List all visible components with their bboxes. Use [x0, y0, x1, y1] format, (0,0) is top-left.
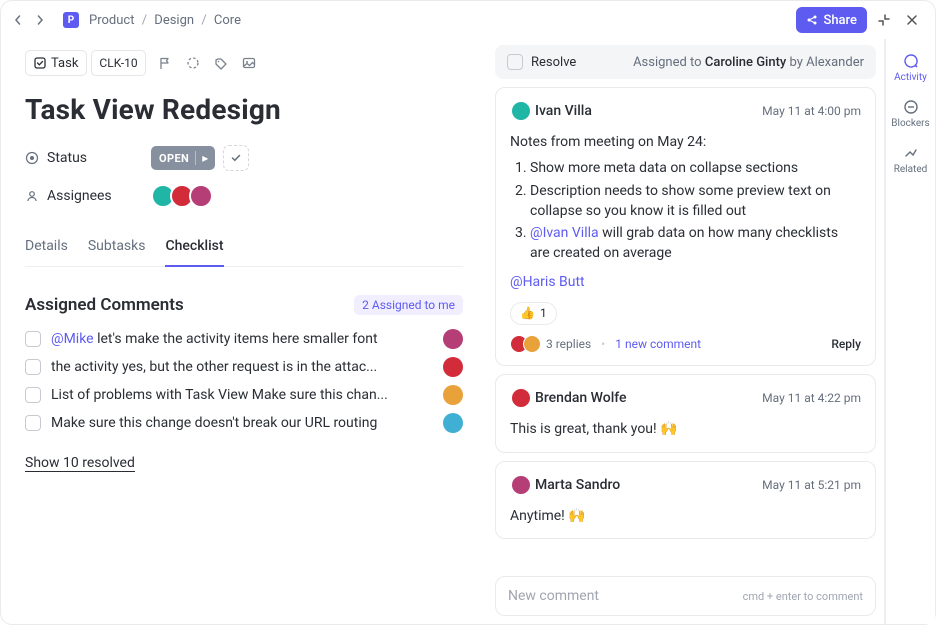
- reaction-emoji: 👍: [520, 305, 535, 322]
- comment-text: Make sure this change doesn't break our …: [51, 415, 433, 431]
- share-button[interactable]: Share: [796, 7, 867, 33]
- resolve-assigned-text: Assigned to Caroline Ginty by Alexander: [633, 55, 864, 70]
- breadcrumb[interactable]: Product / Design / Core: [89, 13, 241, 28]
- list-item: @Ivan Villa will grab data on how many c…: [530, 223, 861, 264]
- share-label: Share: [823, 13, 857, 28]
- comment-card: Marta Sandro May 11 at 5:21 pm Anytime! …: [495, 461, 876, 539]
- comment-time: May 11 at 4:22 pm: [762, 391, 861, 405]
- comment-author[interactable]: Marta Sandro: [535, 477, 620, 493]
- workspace-icon[interactable]: P: [63, 12, 79, 28]
- task-detail-panel: Task CLK-10 Task View Redesign: [1, 39, 487, 624]
- avatar[interactable]: [510, 474, 532, 496]
- task-title[interactable]: Task View Redesign: [25, 93, 463, 126]
- reaction-chip[interactable]: 👍 1: [510, 302, 557, 325]
- sprint-icon[interactable]: [186, 56, 204, 70]
- breadcrumb-product[interactable]: Product: [89, 13, 134, 28]
- resolve-checkbox[interactable]: [507, 54, 523, 70]
- mention-link[interactable]: @Haris Butt: [510, 272, 861, 292]
- task-tabs: Details Subtasks Checklist: [25, 230, 463, 267]
- comment-item[interactable]: Make sure this change doesn't break our …: [25, 409, 463, 437]
- task-type-chip[interactable]: Task: [25, 50, 87, 76]
- nav-forward-icon[interactable]: [35, 15, 51, 25]
- rail-blockers[interactable]: Blockers: [886, 91, 935, 137]
- comment-text: the activity yes, but the other request …: [51, 359, 433, 375]
- tab-subtasks[interactable]: Subtasks: [88, 230, 146, 266]
- comment-card: Ivan Villa May 11 at 4:00 pm Notes from …: [495, 87, 876, 366]
- comment-author[interactable]: Brendan Wolfe: [535, 390, 627, 406]
- avatar[interactable]: [443, 329, 463, 349]
- avatar[interactable]: [443, 385, 463, 405]
- breadcrumb-design[interactable]: Design: [154, 13, 194, 28]
- assigned-count-pill[interactable]: 2 Assigned to me: [354, 295, 463, 315]
- comment-time: May 11 at 5:21 pm: [762, 478, 861, 492]
- comment-author[interactable]: Ivan Villa: [535, 103, 592, 119]
- tag-icon[interactable]: [214, 56, 232, 70]
- comment-text: List of problems with Task View Make sur…: [51, 387, 433, 403]
- rail-activity[interactable]: Activity: [886, 45, 935, 91]
- show-resolved-link[interactable]: Show 10 resolved: [25, 455, 135, 472]
- task-type-label: Task: [51, 56, 78, 71]
- avatar[interactable]: [510, 387, 532, 409]
- comment-paragraph: Anytime! 🙌: [510, 506, 861, 526]
- image-icon[interactable]: [242, 56, 260, 70]
- comment-paragraph: Notes from meeting on May 24:: [510, 132, 861, 152]
- activity-panel: Resolve Assigned to Caroline Ginty by Al…: [487, 39, 885, 624]
- checkbox[interactable]: [25, 387, 41, 403]
- avatar[interactable]: [443, 357, 463, 377]
- rail-label: Activity: [894, 72, 927, 83]
- comment-paragraph: This is great, thank you! 🙌: [510, 419, 861, 439]
- comment-card: Brendan Wolfe May 11 at 4:22 pm This is …: [495, 374, 876, 452]
- reaction-count: 1: [540, 305, 547, 322]
- checkbox[interactable]: [25, 331, 41, 347]
- status-value: OPEN: [159, 152, 189, 165]
- status-dropdown[interactable]: OPEN ▸: [151, 146, 215, 170]
- new-comment-input[interactable]: New comment cmd + enter to comment: [495, 576, 876, 616]
- thread-participants[interactable]: [510, 335, 536, 353]
- status-field-label: Status: [25, 150, 151, 166]
- avatar[interactable]: [510, 100, 532, 122]
- reply-button[interactable]: Reply: [831, 337, 861, 351]
- tab-details[interactable]: Details: [25, 230, 68, 266]
- replies-count[interactable]: 3 replies: [546, 337, 591, 351]
- task-id-chip[interactable]: CLK-10: [91, 50, 145, 76]
- avatar[interactable]: [443, 413, 463, 433]
- comment-time: May 11 at 4:00 pm: [762, 104, 861, 118]
- comment-text: @Mike let's make the activity items here…: [51, 331, 433, 347]
- composer-placeholder: New comment: [508, 588, 599, 604]
- assignees-field-label: Assignees: [25, 188, 151, 204]
- rail-label: Blockers: [891, 118, 929, 129]
- close-icon[interactable]: [901, 13, 923, 27]
- topbar: P Product / Design / Core Share: [1, 1, 935, 39]
- comment-item[interactable]: List of problems with Task View Make sur…: [25, 381, 463, 409]
- breadcrumb-core[interactable]: Core: [214, 13, 241, 28]
- rail-label: Related: [894, 164, 928, 175]
- list-item: Description needs to show some preview t…: [530, 181, 861, 222]
- avatar[interactable]: [189, 184, 213, 208]
- flag-icon[interactable]: [158, 56, 176, 70]
- composer-hint: cmd + enter to comment: [743, 590, 863, 603]
- resolve-bar: Resolve Assigned to Caroline Ginty by Al…: [495, 45, 876, 79]
- nav-back-icon[interactable]: [13, 15, 29, 25]
- comment-item[interactable]: the activity yes, but the other request …: [25, 353, 463, 381]
- assigned-comments-heading: Assigned Comments: [25, 295, 184, 315]
- checkbox[interactable]: [25, 415, 41, 431]
- status-next-icon[interactable]: ▸: [195, 151, 208, 165]
- minimize-icon[interactable]: [873, 13, 895, 27]
- side-rail: Activity Blockers Related: [885, 39, 935, 624]
- new-comment-link[interactable]: 1 new comment: [615, 337, 701, 351]
- checkbox[interactable]: [25, 359, 41, 375]
- assignees-avatars[interactable]: [151, 184, 208, 208]
- status-complete-button[interactable]: [223, 145, 249, 171]
- comment-item[interactable]: @Mike let's make the activity items here…: [25, 325, 463, 353]
- tab-checklist[interactable]: Checklist: [165, 230, 223, 266]
- resolve-label[interactable]: Resolve: [531, 55, 576, 70]
- rail-related[interactable]: Related: [886, 137, 935, 183]
- list-item: Show more meta data on collapse sections: [530, 158, 861, 178]
